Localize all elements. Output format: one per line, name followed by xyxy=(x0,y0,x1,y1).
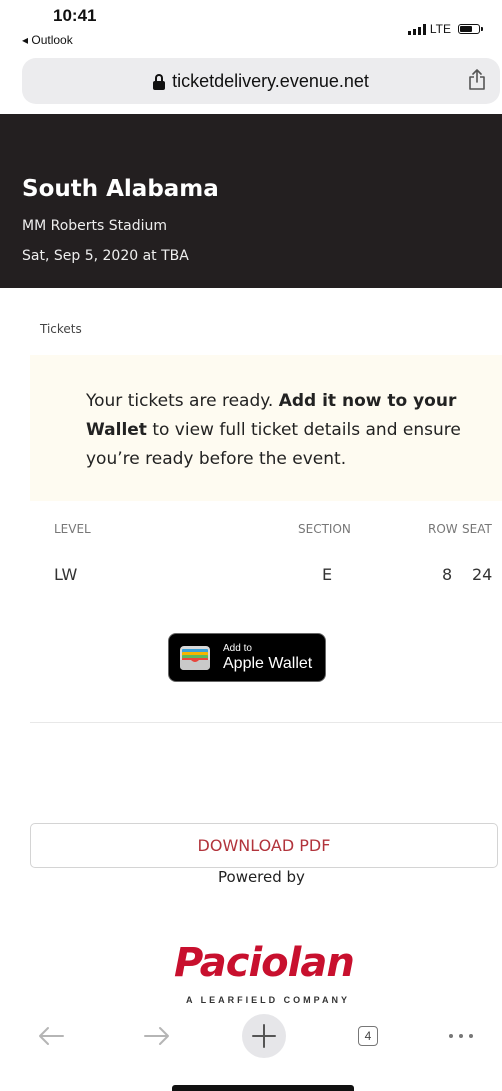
ticket-seat: 24 xyxy=(472,565,493,584)
ticket-section: E xyxy=(322,565,333,584)
wallet-notice: Your tickets are ready. Add it now to yo… xyxy=(30,355,502,501)
section-divider xyxy=(30,722,502,723)
column-header-seat: SEAT xyxy=(462,522,492,536)
event-header: South Alabama MM Roberts Stadium Sat, Se… xyxy=(0,114,502,288)
lock-icon xyxy=(153,74,166,90)
column-header-section: SECTION xyxy=(298,522,351,536)
status-time: 10:41 xyxy=(53,6,97,25)
paciolan-logo: Paciolan xyxy=(174,940,355,986)
logo-subtitle: A LEARFIELD COMPANY xyxy=(186,995,350,1005)
ellipsis-icon xyxy=(449,1034,473,1038)
back-to-app-link[interactable]: ◂ Outlook xyxy=(22,33,73,47)
ticket-level: LW xyxy=(54,565,78,584)
status-indicators: LTE xyxy=(407,22,483,36)
wallet-button-line1: Add to xyxy=(223,643,252,654)
wallet-button-line2: Apple Wallet xyxy=(223,655,313,672)
share-icon[interactable] xyxy=(468,69,486,91)
event-date: Sat, Sep 5, 2020 at TBA xyxy=(22,248,189,264)
back-button[interactable] xyxy=(34,1018,68,1054)
battery-icon xyxy=(458,24,483,34)
url-text: ticketdelivery.evenue.net xyxy=(172,70,369,91)
signal-icon xyxy=(407,23,426,35)
wallet-icon xyxy=(180,646,210,670)
event-title: South Alabama xyxy=(22,176,219,202)
event-venue: MM Roberts Stadium xyxy=(22,218,168,234)
tickets-label: Tickets xyxy=(40,322,82,336)
tab-count: 4 xyxy=(358,1026,378,1046)
notice-text: Your tickets are ready. Add it now to yo… xyxy=(86,391,461,469)
tabs-button[interactable]: 4 xyxy=(356,1018,380,1054)
column-header-level: LEVEL xyxy=(54,522,91,536)
arrow-right-icon xyxy=(144,1027,169,1045)
network-label: LTE xyxy=(429,22,451,36)
home-indicator xyxy=(172,1085,354,1091)
add-to-apple-wallet-button[interactable]: Add to Apple Wallet xyxy=(168,633,326,682)
forward-button[interactable] xyxy=(140,1018,174,1054)
new-tab-button[interactable] xyxy=(242,1014,286,1058)
plus-icon xyxy=(242,1014,286,1058)
powered-by-text: Powered by xyxy=(218,868,305,886)
column-header-row: ROW xyxy=(428,522,458,536)
ticket-row: 8 xyxy=(442,565,453,584)
address-bar[interactable]: ticketdelivery.evenue.net xyxy=(22,58,500,104)
arrow-left-icon xyxy=(39,1027,64,1045)
more-button[interactable] xyxy=(446,1018,476,1054)
download-pdf-button[interactable]: DOWNLOAD PDF xyxy=(30,823,498,868)
